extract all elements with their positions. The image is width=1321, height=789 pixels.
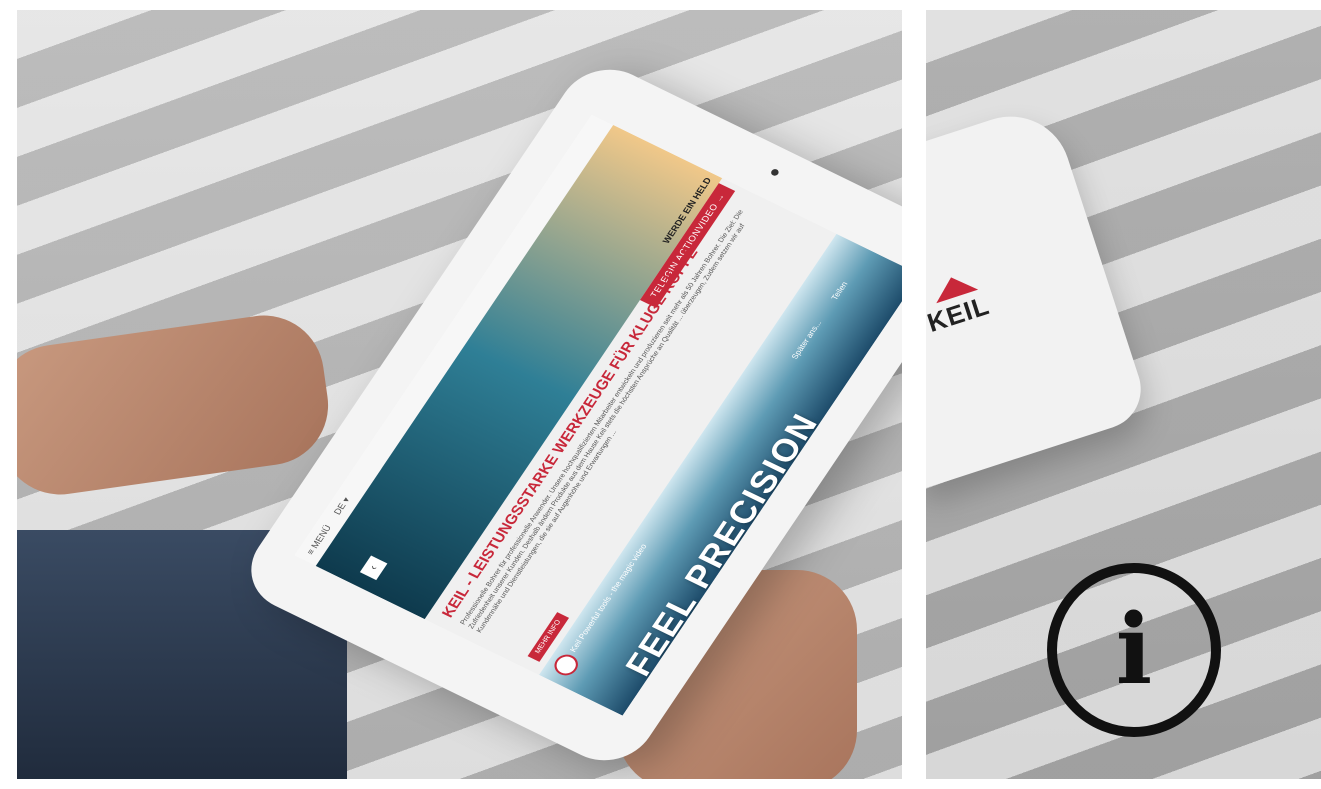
share-button[interactable]: Teilen [830,280,850,301]
info-button[interactable]: i [1047,563,1221,737]
back-button[interactable]: ‹ [359,555,388,581]
left-hand [17,307,336,503]
photo-panel-left: ≡ MENÜ DE ▾ ‹ WERDE EIN HELD TELEGIN ACT… [17,10,902,779]
info-icon: i [1115,593,1153,706]
camera-dot [769,167,780,177]
watch-later-button[interactable]: Später ans... [790,319,824,361]
channel-logo [550,651,583,680]
chevron-left-icon: ‹ [367,563,381,573]
language-selector[interactable]: DE ▾ [331,495,352,516]
video-actions: Später ans... Teilen [790,280,850,360]
